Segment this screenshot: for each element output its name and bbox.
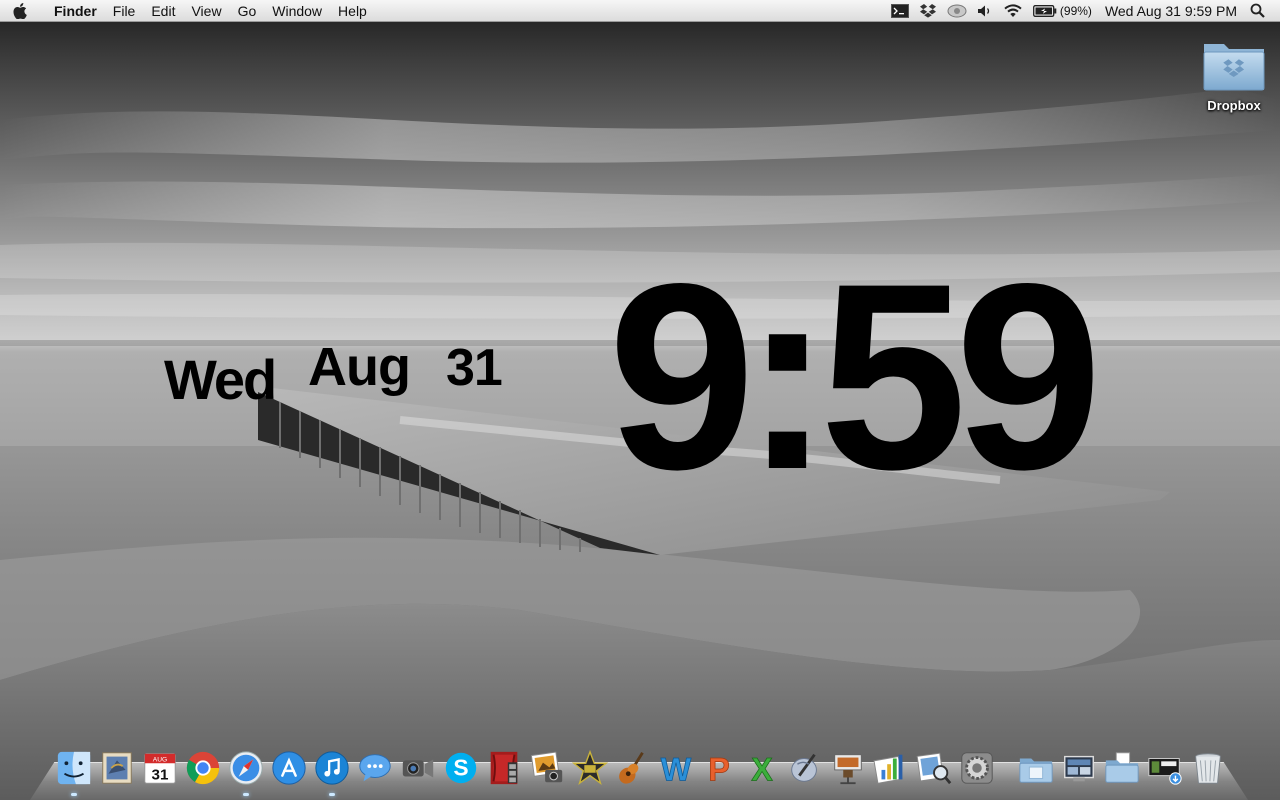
wifi-icon[interactable] <box>1003 0 1023 22</box>
documents-folder-icon <box>1104 752 1139 783</box>
app-menu-finder[interactable]: Finder <box>40 0 105 22</box>
script-editor-icon <box>790 753 817 782</box>
apple-menu-icon[interactable] <box>0 0 40 22</box>
menu-window[interactable]: Window <box>264 0 330 22</box>
menu-go[interactable]: Go <box>230 0 265 22</box>
ichat-icon <box>358 754 391 782</box>
word-glyph: W <box>660 751 691 787</box>
dock-item-word[interactable]: W <box>656 748 696 788</box>
dock-stack-downloads[interactable] <box>1145 748 1185 788</box>
eye-status-icon[interactable] <box>947 0 967 22</box>
word-icon: W <box>660 751 692 787</box>
dock-item-trash[interactable] <box>1188 748 1228 788</box>
finder-icon <box>57 751 90 785</box>
downloads-stack-icon <box>1147 758 1182 785</box>
dock-item-mail[interactable] <box>97 748 137 788</box>
facetime-icon <box>402 759 433 778</box>
dock-item-script-editor[interactable] <box>785 748 825 788</box>
dock-item-iphoto[interactable] <box>527 748 567 788</box>
screenshots-stack-icon <box>1063 755 1094 782</box>
menu-view[interactable]: View <box>183 0 229 22</box>
dock-item-finder[interactable] <box>54 748 94 796</box>
dock-item-chrome[interactable] <box>183 748 223 788</box>
desktop-icon-dropbox[interactable]: Dropbox <box>1195 36 1273 113</box>
terminal-status-icon[interactable] <box>890 0 909 22</box>
dock-item-system-preferences[interactable] <box>957 748 997 788</box>
dock-separator <box>998 748 1014 788</box>
desktop-wallpaper <box>0 0 1280 800</box>
battery-icon[interactable]: (99%) <box>1032 0 1092 22</box>
dock-item-keynote[interactable] <box>828 748 868 788</box>
trash-icon <box>1194 753 1221 784</box>
mail-icon <box>101 752 132 784</box>
dock-item-safari[interactable] <box>226 748 266 796</box>
excel-glyph: X <box>751 751 773 787</box>
numbers-icon <box>872 754 903 784</box>
imovie-icon <box>571 749 608 786</box>
excel-icon: X <box>750 751 773 787</box>
menubar-clock[interactable]: Wed Aug 31 9:59 PM <box>1105 3 1237 19</box>
calendar-month-text: AUG <box>152 756 166 763</box>
dock-item-powerpoint[interactable]: P <box>699 748 739 788</box>
dock-stack-documents[interactable] <box>1102 748 1142 788</box>
dock-stack-applications[interactable] <box>1016 748 1056 788</box>
menu-bar: Finder File Edit View Go Window Help (99… <box>0 0 1280 22</box>
photo-booth-icon <box>490 751 517 785</box>
menu-help[interactable]: Help <box>330 0 375 22</box>
running-indicator <box>70 793 77 796</box>
dock-item-preview[interactable] <box>914 748 954 788</box>
dropbox-status-icon[interactable] <box>919 0 937 22</box>
itunes-icon <box>314 751 349 785</box>
iphoto-icon <box>530 751 562 783</box>
svg-text:S: S <box>453 755 468 781</box>
dock-item-app-store[interactable] <box>269 748 309 788</box>
calendar-icon: AUG 31 <box>143 753 176 784</box>
dock-item-garageband[interactable] <box>613 748 653 788</box>
powerpoint-glyph: P <box>708 751 730 787</box>
dock-item-imovie[interactable] <box>570 748 610 788</box>
dropbox-folder-icon <box>1203 44 1265 91</box>
calendar-day-text: 31 <box>151 766 168 783</box>
menu-edit[interactable]: Edit <box>143 0 183 22</box>
safari-icon <box>228 751 263 785</box>
dock-item-facetime[interactable] <box>398 748 438 788</box>
volume-icon[interactable] <box>977 0 993 22</box>
dock-item-itunes[interactable] <box>312 748 352 796</box>
battery-percentage: (99%) <box>1059 3 1092 18</box>
dock-item-photo-booth[interactable] <box>484 748 524 788</box>
running-indicator <box>328 793 335 796</box>
garageband-icon <box>618 752 644 784</box>
app-store-icon <box>271 751 306 785</box>
skype-icon: S <box>445 752 476 784</box>
applications-folder-icon <box>1018 758 1053 783</box>
dock-stack-screenshots[interactable] <box>1059 748 1099 788</box>
preview-icon <box>916 752 951 785</box>
dock-item-ical[interactable]: AUG 31 <box>140 748 180 788</box>
dock-item-skype[interactable]: S <box>441 748 481 788</box>
dock-item-numbers[interactable] <box>871 748 911 788</box>
desktop-icon-label: Dropbox <box>1207 98 1261 113</box>
menu-file[interactable]: File <box>105 0 144 22</box>
keynote-icon <box>833 754 862 785</box>
running-indicator <box>242 793 249 796</box>
chrome-icon <box>186 751 219 785</box>
dock-item-ichat[interactable] <box>355 748 395 788</box>
dock-item-excel[interactable]: X <box>742 748 782 788</box>
spotlight-search-icon[interactable] <box>1250 0 1265 22</box>
dock: AUG 31 S W P X <box>52 744 1229 796</box>
system-preferences-icon <box>960 752 993 784</box>
powerpoint-icon: P <box>707 751 730 787</box>
